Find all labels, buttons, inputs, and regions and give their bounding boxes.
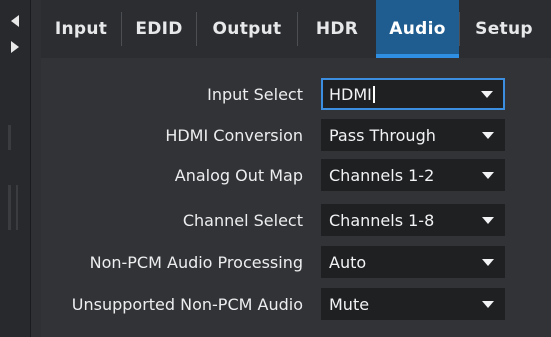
tab-input[interactable]: Input [41, 0, 121, 58]
non-pcm-processing-dropdown[interactable]: Auto [321, 246, 505, 278]
setting-label: HDMI Conversion [165, 125, 303, 145]
scroll-tabs-left-button[interactable] [4, 10, 26, 32]
tab-label: Audio [389, 19, 446, 39]
setting-label: Input Select [207, 84, 303, 104]
tab-label: Setup [475, 19, 533, 39]
setting-label: Channel Select [182, 210, 303, 230]
setting-row-non-pcm-processing: Non-PCM Audio Processing Auto [41, 244, 551, 280]
setting-label: Analog Out Map [174, 165, 303, 185]
caret-down-icon [482, 217, 494, 224]
strip-groove [8, 125, 11, 150]
right-triangle-icon [11, 41, 19, 53]
input-select-dropdown[interactable]: HDMI [321, 78, 505, 110]
setting-row-unsupported-non-pcm: Unsupported Non-PCM Audio Mute [41, 286, 551, 322]
setting-row-input-select: Input Select HDMI [41, 76, 551, 112]
selected-value: HDMI [329, 84, 372, 104]
left-triangle-icon [11, 15, 19, 27]
caret-down-icon [482, 301, 494, 308]
caret-down-icon [482, 172, 494, 179]
side-strip [0, 0, 31, 337]
tab-output[interactable]: Output [197, 0, 297, 58]
caret-down-icon [482, 132, 494, 139]
hdmi-conversion-dropdown[interactable]: Pass Through [321, 119, 505, 151]
selected-value: Auto [329, 252, 367, 272]
tab-label: HDR [315, 19, 359, 39]
selected-value: Channels 1-8 [329, 210, 435, 230]
tab-label: EDID [135, 19, 183, 39]
audio-settings-panel: Input Select HDMI HDMI Conversion Pass T… [41, 58, 551, 337]
selected-value: Mute [329, 294, 370, 314]
setting-label: Unsupported Non-PCM Audio [71, 294, 303, 314]
setting-row-analog-out-map: Analog Out Map Channels 1-2 [41, 157, 551, 193]
text-cursor [372, 85, 375, 103]
caret-down-icon [482, 259, 494, 266]
scroll-tabs-right-button[interactable] [4, 36, 26, 58]
app-window: Input EDID Output HDR Audio Setup Input … [0, 0, 551, 337]
tab-hdr[interactable]: HDR [298, 0, 376, 58]
setting-row-hdmi-conversion: HDMI Conversion Pass Through [41, 117, 551, 153]
setting-row-channel-select: Channel Select Channels 1-8 [41, 202, 551, 238]
tab-setup[interactable]: Setup [460, 0, 548, 58]
tab-audio[interactable]: Audio [376, 0, 459, 58]
unsupported-non-pcm-dropdown[interactable]: Mute [321, 288, 505, 320]
caret-down-icon [481, 91, 493, 98]
selected-value: Pass Through [329, 125, 436, 145]
selected-value: Channels 1-2 [329, 165, 435, 185]
channel-select-dropdown[interactable]: Channels 1-8 [321, 204, 505, 236]
tab-label: Output [212, 19, 282, 39]
tab-edid[interactable]: EDID [122, 0, 196, 58]
setting-label: Non-PCM Audio Processing [89, 252, 303, 272]
tab-label: Input [54, 19, 108, 39]
analog-out-map-dropdown[interactable]: Channels 1-2 [321, 159, 505, 191]
strip-groove [8, 185, 11, 230]
strip-groove [16, 185, 18, 230]
tab-bar: Input EDID Output HDR Audio Setup [41, 0, 551, 58]
